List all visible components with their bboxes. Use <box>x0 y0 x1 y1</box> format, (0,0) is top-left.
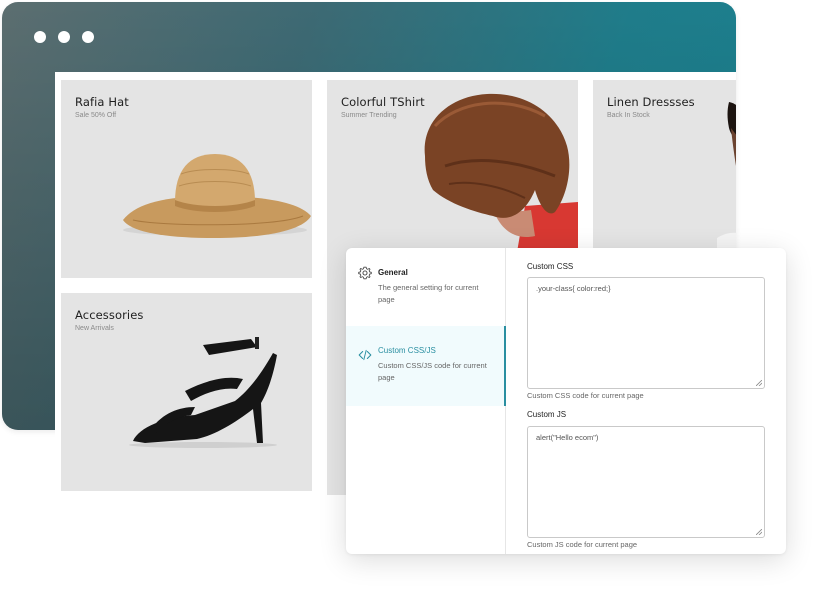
custom-js-value: alert("Hello ecom") <box>536 433 599 442</box>
custom-js-textarea[interactable]: alert("Hello ecom") <box>527 426 765 538</box>
card-subtitle: Summer Trending <box>341 112 397 119</box>
card-subtitle: Back In Stock <box>607 112 650 119</box>
resize-handle-icon[interactable] <box>756 380 762 386</box>
window-dot-icon <box>82 31 94 43</box>
window-dot-icon <box>58 31 70 43</box>
nav-item-general[interactable]: General The general setting for current … <box>346 248 505 328</box>
card-title: Rafia Hat <box>75 95 129 109</box>
code-icon <box>358 349 372 361</box>
gear-icon <box>358 266 372 280</box>
custom-js-label: Custom JS <box>527 410 567 419</box>
custom-css-help: Custom CSS code for current page <box>527 391 644 400</box>
card-subtitle: New Arrivals <box>75 325 114 332</box>
nav-item-title: Custom CSS/JS <box>378 346 436 355</box>
card-title: Accessories <box>75 308 144 322</box>
model-image <box>717 102 736 250</box>
nav-item-custom-css-js[interactable]: Custom CSS/JS Custom CSS/JS code for cur… <box>346 326 506 406</box>
hat-image <box>123 154 311 238</box>
custom-js-help: Custom JS code for current page <box>527 540 638 549</box>
window-dot-icon <box>34 31 46 43</box>
custom-css-value: .your-class{ color:red;} <box>536 284 611 293</box>
card-subtitle: Sale 50% Off <box>75 112 117 119</box>
product-card-linen-dresses[interactable]: Linen Dressses Back In Stock <box>593 80 736 250</box>
custom-css-textarea[interactable]: .your-class{ color:red;} <box>527 277 765 389</box>
model-image <box>424 93 578 252</box>
card-title: Linen Dressses <box>607 95 695 109</box>
sandal-image <box>129 337 277 448</box>
resize-handle-icon[interactable] <box>756 529 762 535</box>
custom-css-label: Custom CSS <box>527 262 574 271</box>
settings-sidebar: General The general setting for current … <box>346 248 506 554</box>
product-card-accessories[interactable]: Accessories New Arrivals <box>61 293 312 491</box>
nav-item-title: General <box>378 268 408 277</box>
page-settings-panel: General The general setting for current … <box>346 248 786 554</box>
product-card-rafia-hat[interactable]: Rafia Hat Sale 50% Off <box>61 80 312 278</box>
nav-item-description: The general setting for current page <box>378 283 479 304</box>
nav-item-description: Custom CSS/JS code for current page <box>378 361 487 382</box>
